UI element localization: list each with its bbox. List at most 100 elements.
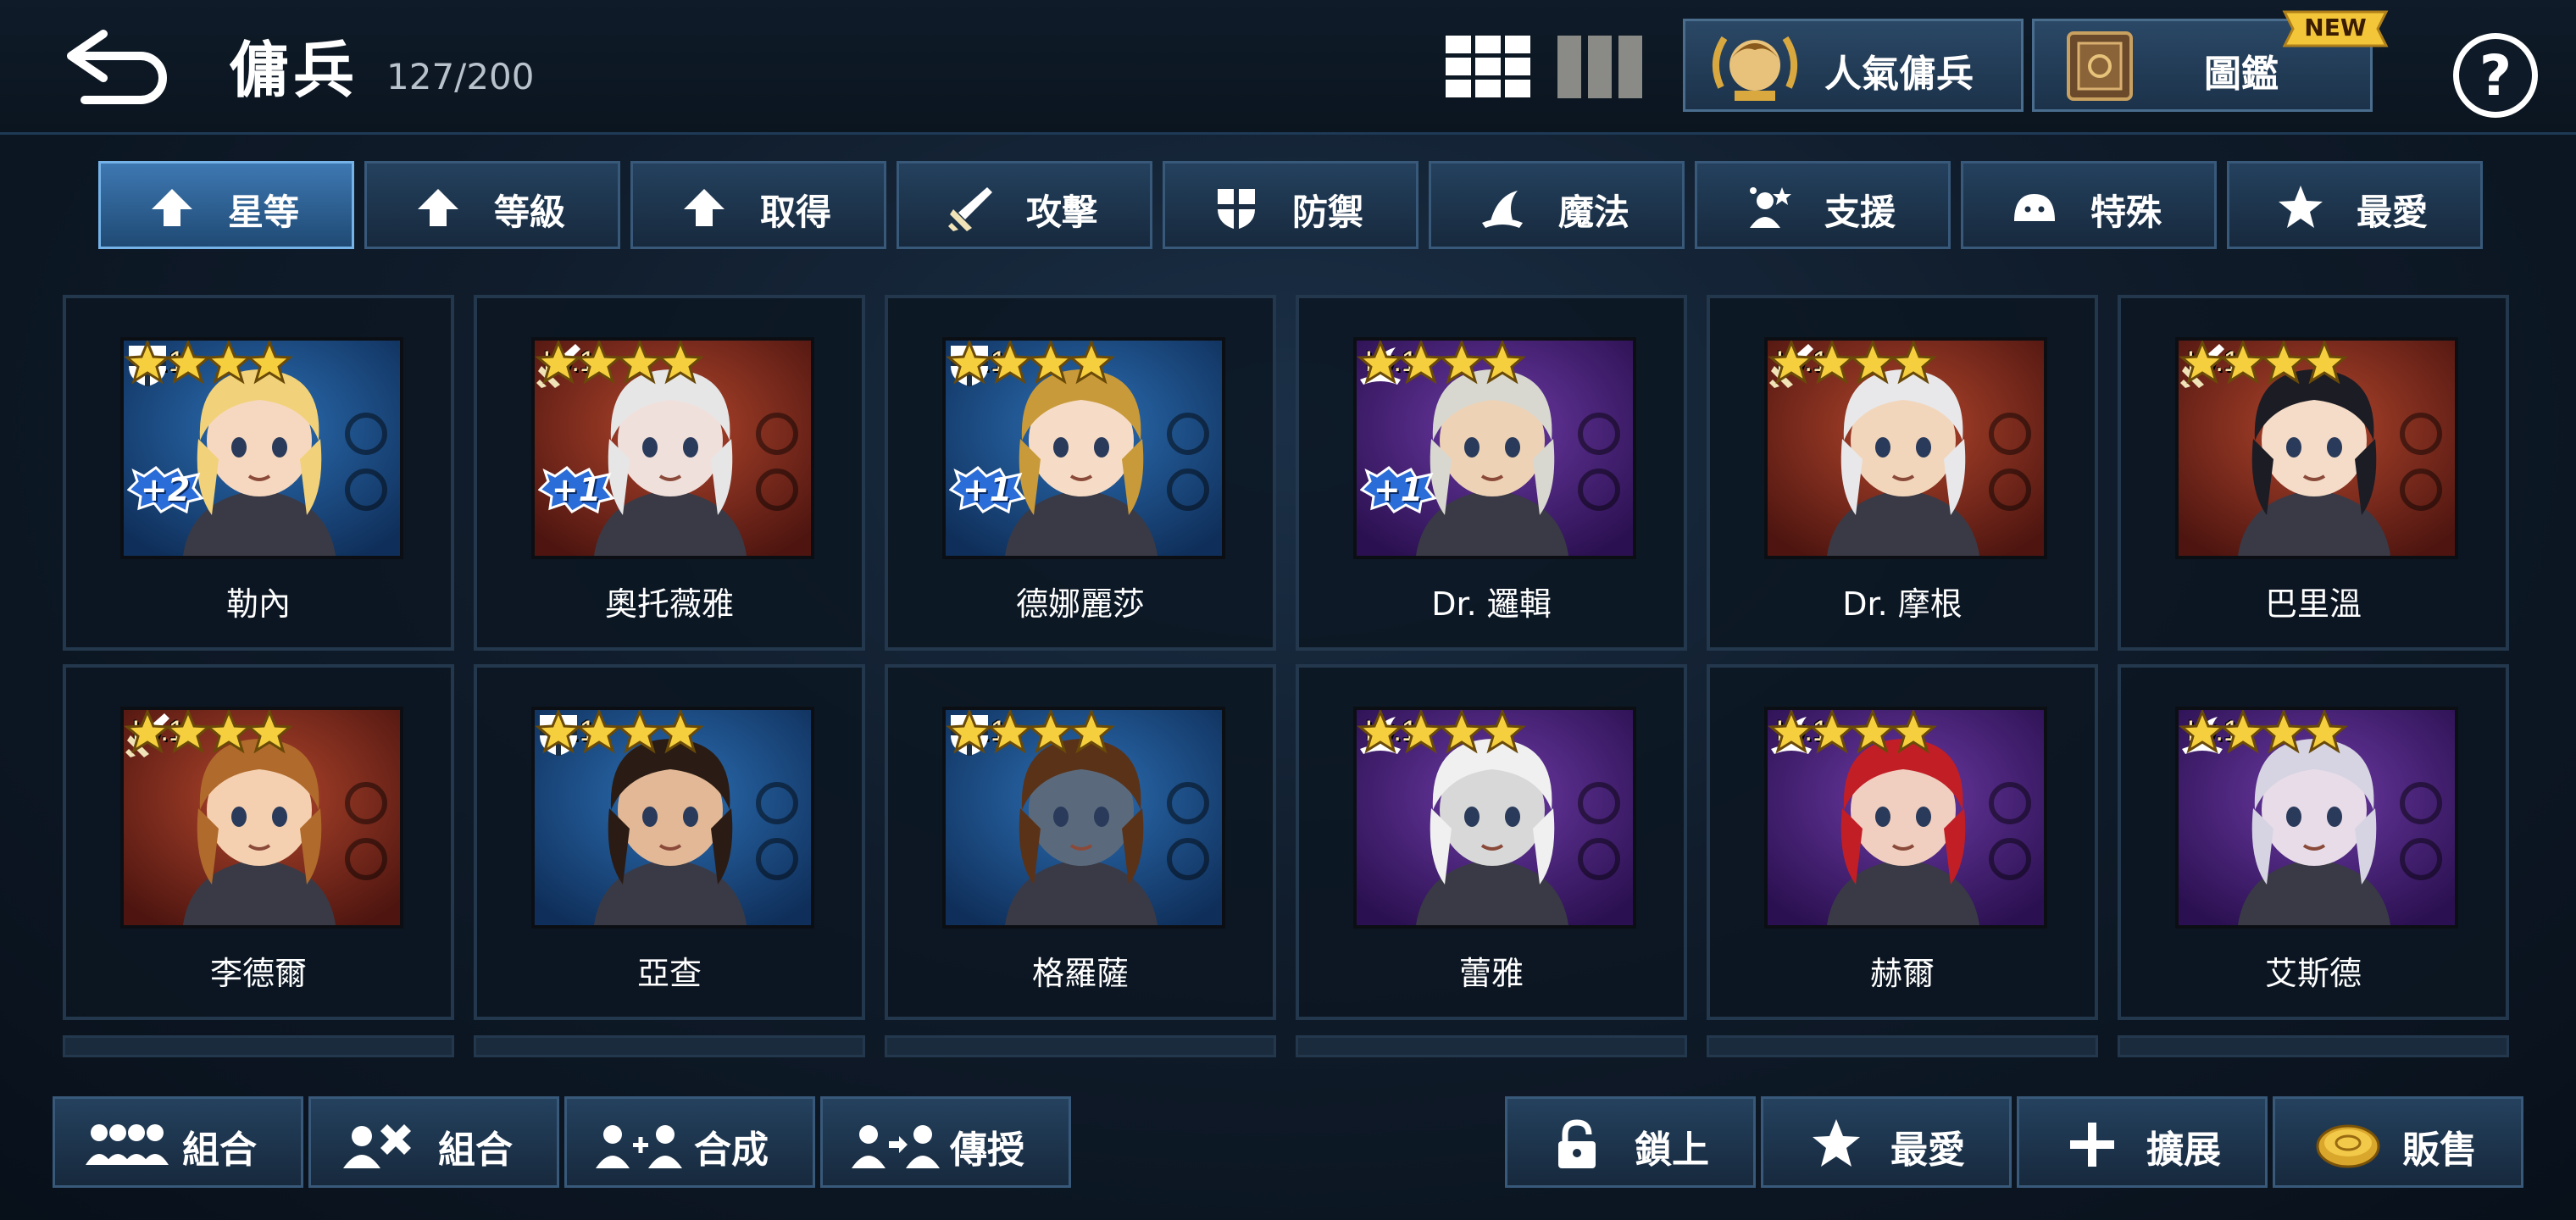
grid-view-button[interactable]: [1446, 36, 1530, 98]
star-icon: [535, 710, 582, 754]
star-icon: [657, 710, 704, 754]
star-icon: [1808, 710, 1856, 754]
star-icon: [164, 341, 212, 385]
mercenary-portrait: Lv.1: [1764, 707, 2047, 929]
laurel-portrait-icon: [1713, 36, 1797, 101]
mercenary-card[interactable]: Lv.1 艾斯德: [2118, 664, 2509, 1020]
action-label: 鎖上: [1635, 1128, 1709, 1172]
mercenary-card[interactable]: Lv.1 Dr. 摩根: [1707, 295, 2098, 651]
action-button[interactable]: 擴展: [2017, 1096, 2268, 1188]
mercenary-card[interactable]: Lv.1+1 奧托薇雅: [474, 295, 865, 651]
star-icon: [1808, 341, 1856, 385]
star-icon: [986, 341, 1034, 385]
sword-icon: [948, 187, 992, 231]
arrow-up-icon: [418, 189, 458, 226]
star-icon: [124, 341, 171, 385]
transfer-icon: [852, 1125, 940, 1168]
enhance-bonus-badge: +1: [949, 466, 1025, 513]
popular-mercenaries-button[interactable]: 人氣傭兵: [1683, 19, 2024, 112]
star-rating: [946, 710, 1115, 754]
star-icon: [1397, 710, 1445, 754]
mercenary-card[interactable]: Lv.1+1 Dr. 邏輯: [1296, 295, 1687, 651]
help-icon: ?: [2453, 33, 2538, 118]
mercenary-card[interactable]: Lv.1 赫爾: [1707, 664, 2098, 1020]
filter-tab[interactable]: 攻擊: [897, 161, 1152, 249]
action-button[interactable]: 販售: [2273, 1096, 2523, 1188]
star-icon: [986, 710, 1034, 754]
bonus-label: +2: [140, 471, 191, 508]
help-button[interactable]: ?: [2449, 29, 2542, 122]
popular-label: 人氣傭兵: [1824, 53, 1974, 96]
action-button[interactable]: 傳授: [820, 1096, 1071, 1188]
mercenary-portrait: Lv.1: [1353, 707, 1636, 929]
action-button[interactable]: 組合: [308, 1096, 559, 1188]
action-button[interactable]: 鎖上: [1505, 1096, 1756, 1188]
bonus-label: +1: [551, 471, 602, 508]
filter-tab-label: 特殊: [2090, 191, 2162, 233]
arrow-up-icon: [684, 189, 724, 226]
star-icon: [2260, 710, 2307, 754]
support-icon: [1750, 187, 1791, 228]
mercenary-portrait: Lv.1: [2175, 707, 2458, 929]
star-icon: [946, 710, 993, 754]
action-button[interactable]: 組合: [53, 1096, 303, 1188]
card-partial: [1707, 1035, 2098, 1057]
bonus-label: +1: [962, 471, 1013, 508]
star-icon: [246, 710, 293, 754]
mercenary-card[interactable]: Lv.1 李德爾: [63, 664, 454, 1020]
filter-tab[interactable]: 防禦: [1163, 161, 1418, 249]
mercenary-name: 德娜麗莎: [1015, 585, 1145, 623]
mercenary-card[interactable]: Lv.1 蕾雅: [1296, 664, 1687, 1020]
action-label: 組合: [438, 1128, 513, 1172]
fuse-icon: [596, 1125, 682, 1168]
back-arrow-icon: [67, 30, 167, 104]
mercenary-card[interactable]: Lv.1 巴里溫: [2118, 295, 2509, 651]
mercenary-portrait: Lv.1: [120, 707, 403, 929]
top-bar: 傭兵 127/200 人氣傭兵 圖鑑 NEW ?: [0, 0, 2576, 135]
action-button[interactable]: 最愛: [1761, 1096, 2012, 1188]
slime-icon: [2014, 194, 2055, 221]
star-icon: [575, 710, 623, 754]
enhance-bonus-badge: +1: [538, 466, 614, 513]
star-icon: [2301, 341, 2348, 385]
mercenary-card[interactable]: Lv.1+1 德娜麗莎: [885, 295, 1276, 651]
star-icon: [1357, 710, 1404, 754]
action-button[interactable]: 合成: [564, 1096, 815, 1188]
filter-tab-label: 魔法: [1558, 191, 1630, 233]
filter-tab[interactable]: 特殊: [1961, 161, 2217, 249]
columns-icon: [1557, 36, 1642, 98]
star-icon: [1849, 710, 1896, 754]
star-icon: [1849, 341, 1896, 385]
star-icon: [1768, 341, 1815, 385]
filter-tab[interactable]: 星等: [98, 161, 354, 249]
star-rating: [124, 341, 293, 385]
star-icon: [2219, 710, 2267, 754]
card-partial: [474, 1035, 865, 1057]
star-icon: [1068, 341, 1115, 385]
filter-tab[interactable]: 魔法: [1429, 161, 1685, 249]
mercenary-name: 勒內: [225, 585, 291, 623]
filter-tab[interactable]: 取得: [630, 161, 886, 249]
filter-tab[interactable]: 最愛: [2227, 161, 2483, 249]
mercenary-name: 奧托薇雅: [604, 585, 734, 623]
arrow-up-icon: [152, 189, 192, 226]
mercenary-portrait: Lv.1+1: [1353, 337, 1636, 559]
new-badge-label: NEW: [2304, 14, 2367, 42]
mercenary-card[interactable]: Lv.1 格羅薩: [885, 664, 1276, 1020]
mercenary-name: Dr. 邏輯: [1431, 585, 1552, 623]
filter-tab[interactable]: 支援: [1695, 161, 1951, 249]
mercenary-name: Dr. 摩根: [1842, 585, 1963, 623]
mercenary-card[interactable]: Lv.1+2 勒內: [63, 295, 454, 651]
column-view-button[interactable]: [1557, 36, 1642, 98]
star-icon: [2301, 710, 2348, 754]
mercenary-card[interactable]: Lv.1 亞查: [474, 664, 865, 1020]
mercenary-portrait: Lv.1: [531, 707, 814, 929]
back-button[interactable]: [59, 22, 178, 110]
mercenary-portrait: Lv.1+1: [531, 337, 814, 559]
filter-tab[interactable]: 等級: [364, 161, 620, 249]
star-rating: [2179, 710, 2348, 754]
help-mark: ?: [2479, 43, 2512, 108]
star-rating: [1768, 341, 1937, 385]
filter-tab-label: 最愛: [2357, 191, 2429, 233]
action-label: 合成: [694, 1128, 769, 1172]
